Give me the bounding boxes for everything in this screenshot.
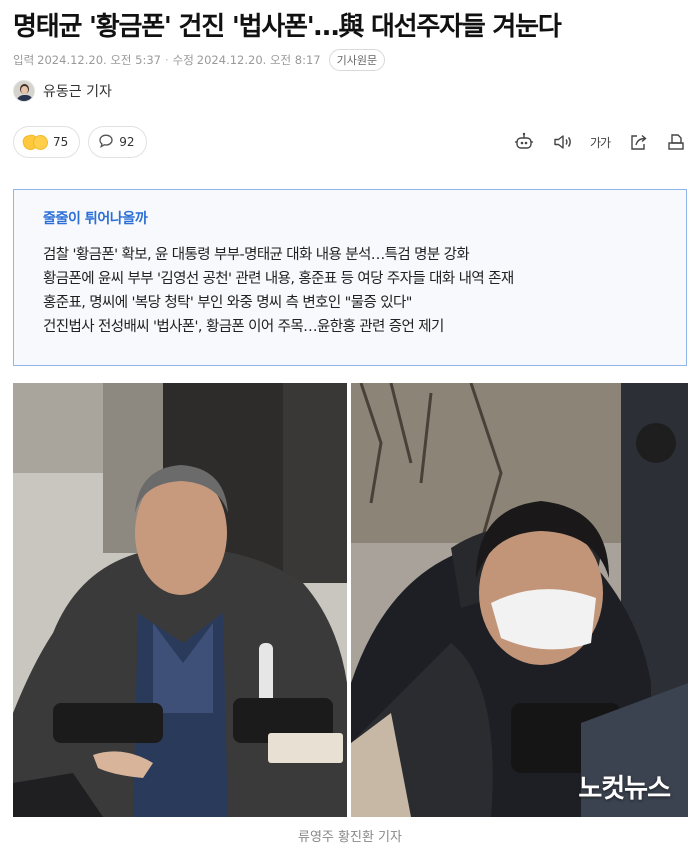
reporter-avatar xyxy=(13,80,35,102)
article-summary-box: 줄줄이 튀어나올까 검찰 '황금폰' 확보, 윤 대통령 부부-명태균 대화 내… xyxy=(13,189,687,366)
share-icon[interactable] xyxy=(626,130,650,154)
ai-summary-icon[interactable] xyxy=(512,130,536,154)
article-toolbar: 가가 xyxy=(512,130,688,154)
meta-separator: · xyxy=(164,53,169,67)
modified-time: 2024.12.20. 오전 8:17 xyxy=(196,53,321,67)
photo-watermark: 노컷뉴스 xyxy=(578,774,671,804)
print-icon[interactable] xyxy=(664,130,688,154)
reaction-bar: 75 92 xyxy=(13,126,147,158)
font-size-label: 가가 xyxy=(589,135,611,150)
reporter-byline[interactable]: 유동근 기자 xyxy=(13,80,112,102)
comment-count: 92 xyxy=(119,135,135,149)
speaker-icon[interactable] xyxy=(550,130,574,154)
article-headline: 명태균 '황금폰' 건진 '법사폰'…與 대선주자들 겨눈다 xyxy=(13,12,562,42)
reaction-emoji-icon xyxy=(21,132,48,152)
article-meta: 입력 2024.12.20. 오전 5:37 · 수정 2024.12.20. … xyxy=(13,49,386,71)
reporter-name[interactable]: 유동근 기자 xyxy=(43,81,112,101)
summary-title: 줄줄이 튀어나올까 xyxy=(43,211,148,227)
input-time: 2024.12.20. 오전 5:37 xyxy=(37,53,161,67)
comment-icon xyxy=(98,133,114,152)
summary-line: 건진법사 전성배씨 '법사폰', 황금폰 이어 주목…윤한홍 관련 증언 제기 xyxy=(43,319,444,335)
summary-line: 홍준표, 명씨에 '복당 청탁' 부인 와중 명씨 측 변호인 "물증 있다" xyxy=(43,295,412,311)
article-photo-left xyxy=(13,383,347,817)
summary-line: 황금폰에 윤씨 부부 '김영선 공천' 관련 내용, 홍준표 등 여당 주자들 … xyxy=(43,271,514,287)
emoji-reaction-button[interactable]: 75 xyxy=(13,126,81,158)
comment-button[interactable]: 92 xyxy=(88,126,147,158)
original-article-button[interactable]: 기사원문 xyxy=(328,49,386,71)
modified-label: 수정 xyxy=(172,53,194,67)
article-photo-right: 노컷뉴스 xyxy=(351,383,688,817)
font-size-icon[interactable]: 가가 xyxy=(588,130,612,154)
summary-line: 검찰 '황금폰' 확보, 윤 대통령 부부-명태균 대화 내용 분석…특검 명분… xyxy=(43,247,470,263)
photo-caption: 류영주 황진환 기자 xyxy=(298,830,402,845)
reaction-count: 75 xyxy=(53,135,69,149)
input-label: 입력 xyxy=(13,53,35,67)
